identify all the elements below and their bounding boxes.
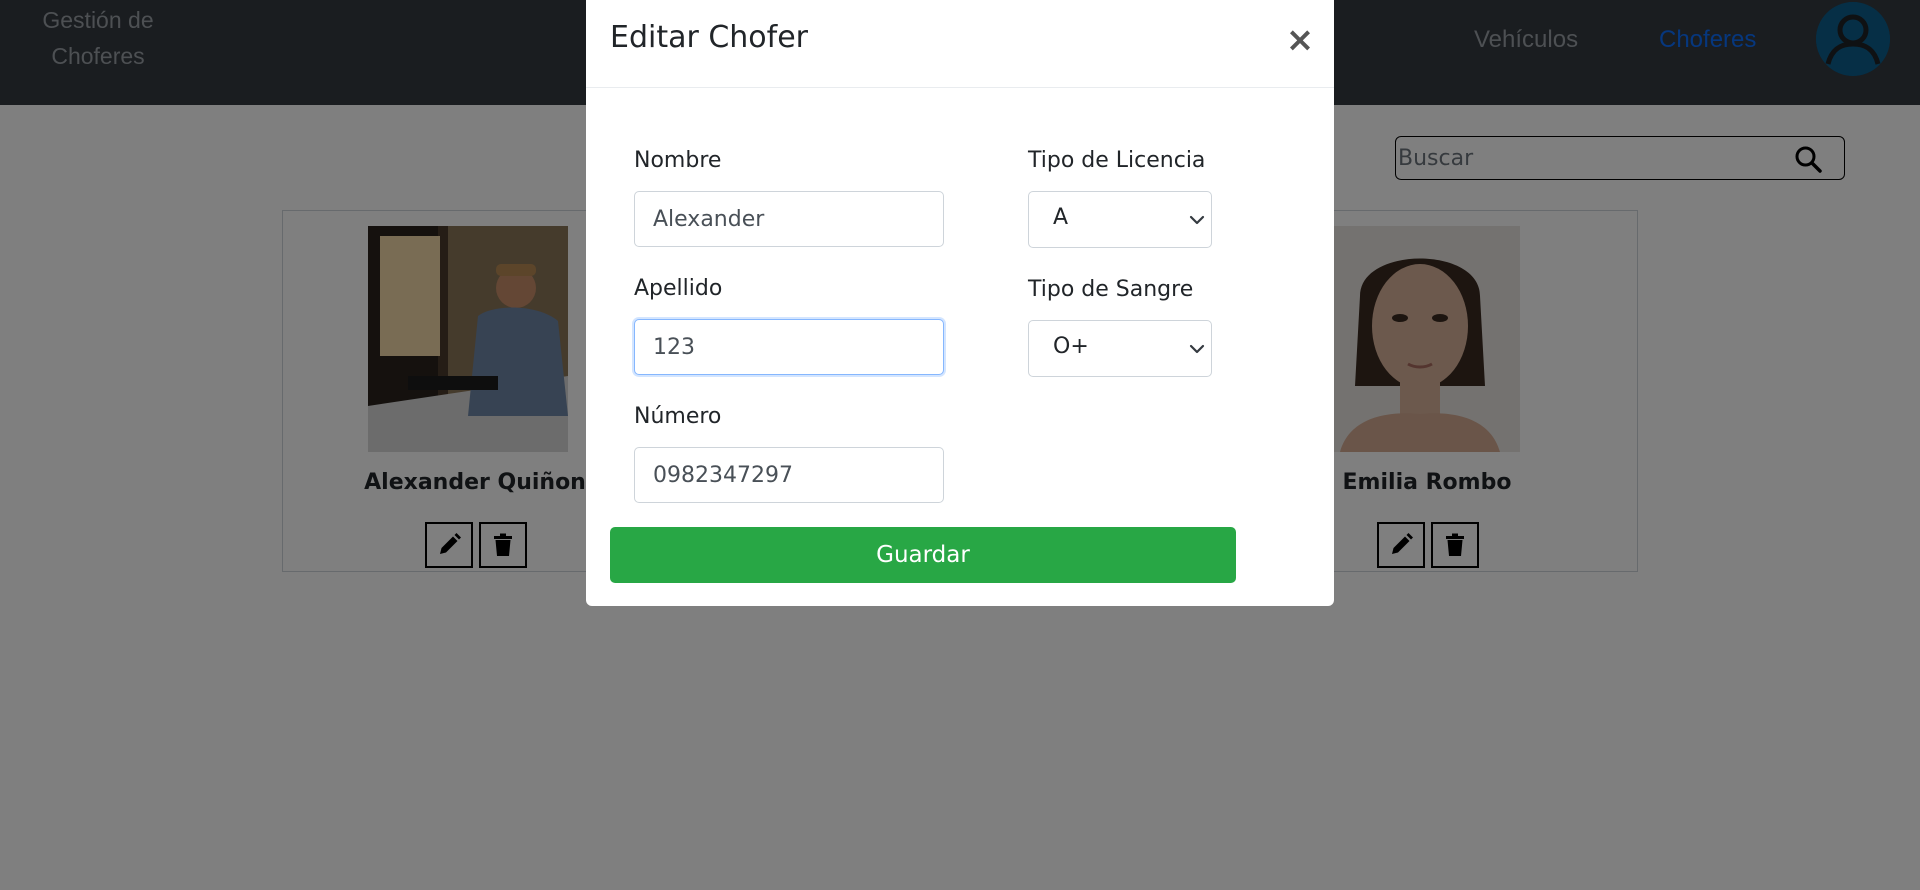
nombre-input[interactable] — [634, 191, 944, 247]
numero-label: Número — [634, 404, 722, 429]
tipo-licencia-label: Tipo de Licencia — [1028, 148, 1206, 173]
chevron-down-icon — [1189, 215, 1205, 225]
nombre-label: Nombre — [634, 148, 722, 173]
apellido-label: Apellido — [634, 276, 723, 301]
chevron-down-icon — [1189, 344, 1205, 354]
tipo-licencia-value: A — [1053, 205, 1069, 230]
tipo-licencia-select[interactable]: A — [1028, 191, 1212, 248]
edit-driver-modal: Editar Chofer × Nombre Apellido Número T… — [586, 0, 1334, 606]
close-icon[interactable]: × — [1282, 22, 1318, 58]
modal-title: Editar Chofer — [610, 20, 809, 55]
save-button[interactable]: Guardar — [610, 527, 1236, 583]
numero-input[interactable] — [634, 447, 944, 503]
tipo-sangre-value: O+ — [1053, 334, 1089, 359]
modal-header: Editar Chofer × — [586, 0, 1334, 88]
apellido-input[interactable] — [634, 319, 944, 375]
tipo-sangre-label: Tipo de Sangre — [1028, 277, 1194, 302]
tipo-sangre-select[interactable]: O+ — [1028, 320, 1212, 377]
